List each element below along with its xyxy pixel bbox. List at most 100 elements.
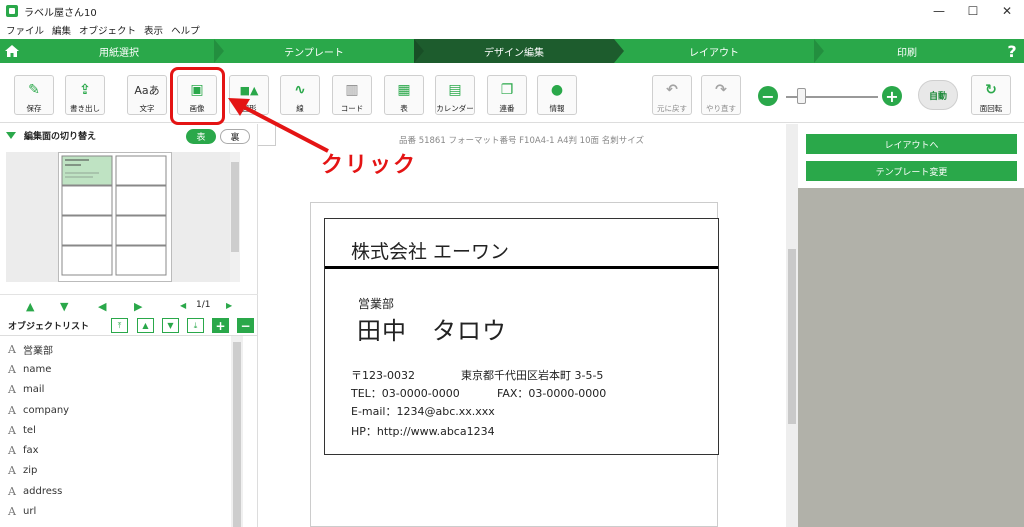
minimize-button[interactable]: — [922,0,956,22]
rotate-face-button[interactable]: ↻ 面回転 [971,75,1011,115]
menu-edit[interactable]: 編集 [52,23,71,37]
info-button[interactable]: ● 情報 [537,75,577,115]
nav-down-icon[interactable]: ▼ [60,300,68,313]
object-name: zip [23,465,38,477]
fax-text[interactable]: FAX：03-0000-0000 [497,385,606,401]
button-label: 文字 [139,104,155,113]
text-icon: Aaあ [134,84,160,97]
move-down-button[interactable]: ▼ [162,318,179,333]
button-label: 表 [400,104,408,113]
text-object-icon: A [8,484,16,498]
title-bar: ラベル屋さん10 — ☐ ✕ [0,0,1024,22]
list-item[interactable]: A 営業部 [0,339,232,359]
add-object-button[interactable]: + [212,318,229,333]
redo-icon: ↷ [715,82,727,98]
text-button[interactable]: Aaあ 文字 [127,75,167,115]
sheet-thumbnail-area [6,152,230,282]
move-to-bottom-button[interactable]: ⤓ [187,318,204,333]
redo-button[interactable]: ↷ やり直す [701,75,741,115]
button-label: 面回転 [979,104,1003,113]
step-label: テンプレート [284,47,344,59]
front-face-button[interactable]: 表 [186,129,216,144]
step-template[interactable]: テンプレート [214,39,424,63]
move-up-button[interactable]: ▲ [137,318,154,333]
zoom-slider-handle[interactable] [797,88,806,104]
step-print[interactable]: 印刷 [814,39,1000,63]
close-button[interactable]: ✕ [990,0,1024,22]
email-text[interactable]: E-mail：1234@abc.xx.xxx [351,403,495,419]
list-item[interactable]: Aname [0,359,232,379]
step-navigation-bar: 用紙選択 テンプレート デザイン編集 レイアウト 印刷 ? [0,39,1024,63]
url-text[interactable]: HP：http://www.abca1234 [351,423,495,439]
save-button[interactable]: ✎ 保存 [14,75,54,115]
step-label: デザイン編集 [484,47,544,59]
object-name: mail [23,384,45,396]
address-text[interactable]: 東京都千代田区岩本町 3-5-5 [461,367,603,383]
object-list-scrollbar[interactable] [231,336,243,527]
step-label: レイアウト [689,47,739,59]
menu-help[interactable]: ヘルプ [171,23,200,37]
move-to-top-button[interactable]: ⤒ [111,318,128,333]
sheet-thumbnail[interactable] [58,152,172,282]
person-name-text[interactable]: 田中 タロウ [357,311,507,346]
object-name: fax [23,445,39,457]
list-item[interactable]: Afax [0,440,232,460]
serial-number-button[interactable]: ❐ 連番 [487,75,527,115]
left-panel: 編集面の切り替え 表 裏 ▲ ▼ ◀ ▶ ◀ ▶ 1/1 オブジェクトリスト ⤒… [0,124,258,527]
zoom-out-button[interactable]: − [758,86,778,106]
home-button[interactable] [0,39,24,63]
tel-text[interactable]: TEL：03-0000-0000 [351,385,460,401]
object-name: company [23,404,70,416]
page-prev-icon[interactable]: ◀ [180,301,186,310]
canvas-scrollbar[interactable] [786,124,798,527]
nav-up-icon[interactable]: ▲ [26,300,34,313]
right-panel: レイアウトへ テンプレート変更 [798,124,1024,527]
app-logo-icon [6,5,18,17]
list-item[interactable]: Atel [0,420,232,440]
object-name: 営業部 [23,345,53,357]
department-text[interactable]: 営業部 [358,295,394,312]
code-button[interactable]: ▥ コード [332,75,372,115]
menu-view[interactable]: 表示 [144,23,163,37]
list-item[interactable]: Azip [0,461,232,481]
go-to-layout-button[interactable]: レイアウトへ [806,134,1017,154]
info-person-icon: ● [550,82,564,98]
button-label: 書き出し [70,104,100,113]
calendar-button[interactable]: ▤ カレンダー [435,75,475,115]
business-card[interactable]: 株式会社 エーワン 営業部 田中 タロウ 〒123-0032 東京都千代田区岩本… [324,218,719,455]
auto-zoom-button[interactable]: 自動 [918,80,958,110]
list-item[interactable]: Amail [0,380,232,400]
company-text[interactable]: 株式会社 エーワン [351,237,509,264]
list-item[interactable]: Acompany [0,400,232,420]
divider-line[interactable] [325,266,718,269]
menu-file[interactable]: ファイル [6,23,44,37]
export-icon: ⇪ [79,82,91,98]
page-next-icon[interactable]: ▶ [226,301,232,310]
object-name: url [23,506,37,518]
list-item[interactable]: Aaddress [0,481,232,501]
export-button[interactable]: ⇪ 書き出し [65,75,105,115]
help-button[interactable]: ? [1000,39,1024,63]
thumbnail-scrollbar[interactable] [230,152,240,282]
list-item[interactable]: Aurl [0,501,232,521]
text-object-icon: A [8,362,16,376]
maximize-button[interactable]: ☐ [956,0,990,22]
app-title: ラベル屋さん10 [24,7,97,19]
click-annotation: クリック [321,153,418,178]
face-switch-header[interactable]: 編集面の切り替え [6,129,96,142]
step-layout[interactable]: レイアウト [614,39,824,63]
nav-left-icon[interactable]: ◀ [98,300,106,313]
menu-object[interactable]: オブジェクト [79,23,136,37]
undo-button[interactable]: ↶ 元に戻す [652,75,692,115]
nav-right-icon[interactable]: ▶ [134,300,142,313]
text-object-icon: A [8,383,16,397]
step-paper-select[interactable]: 用紙選択 [24,39,224,63]
design-canvas[interactable]: 品番 51861 フォーマット番号 F10A4-1 A4判 10面 名刺サイズ … [258,124,798,527]
zoom-in-button[interactable]: + [882,86,902,106]
object-list: A 営業部 Aname Amail Acompany Atel Afax Azip… [0,339,232,522]
table-button[interactable]: ▦ 表 [384,75,424,115]
change-template-button[interactable]: テンプレート変更 [806,161,1017,181]
step-design-edit[interactable]: デザイン編集 [414,39,624,63]
zip-text[interactable]: 〒123-0032 [351,367,415,383]
remove-object-button[interactable]: − [237,318,254,333]
